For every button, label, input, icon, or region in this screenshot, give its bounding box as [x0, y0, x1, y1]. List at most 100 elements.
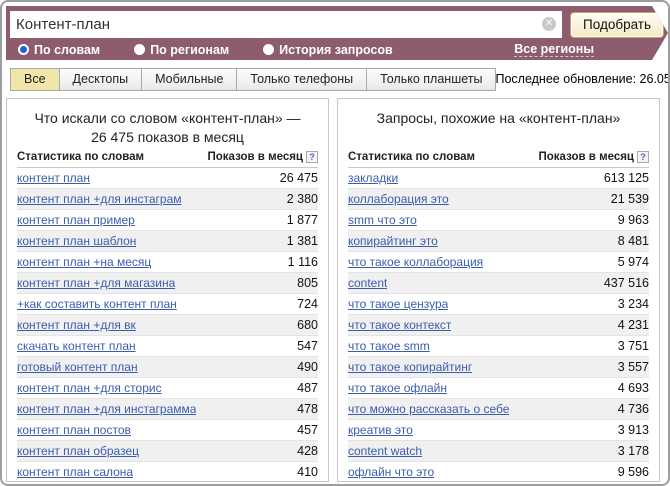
- query-link[interactable]: контент план +для магазина: [17, 276, 175, 290]
- table-row: контент план 26 475: [17, 168, 318, 189]
- app-window: ✕ Подобрать По словам По регионам История …: [0, 0, 670, 486]
- table-row: контент план пример 1 877: [17, 210, 318, 231]
- query-link[interactable]: что такое коллаборация: [348, 255, 483, 269]
- shows-value: 3 913: [610, 423, 649, 437]
- all-regions-link[interactable]: Все регионы: [514, 42, 594, 57]
- table-row: контент план +для сторис 487: [17, 378, 318, 399]
- shows-value: 724: [289, 297, 318, 311]
- shows-value: 487: [289, 381, 318, 395]
- tab-device[interactable]: Только телефоны: [236, 68, 367, 91]
- shows-value: 4 693: [610, 381, 649, 395]
- query-link[interactable]: контент план шаблон: [17, 234, 136, 248]
- radio-option[interactable]: По регионам: [134, 43, 229, 57]
- table-row: контент план постов 457: [17, 420, 318, 441]
- shows-value: 9 963: [610, 213, 649, 227]
- table-row: content watch 3 178: [348, 441, 649, 462]
- shows-value: 3 751: [610, 339, 649, 353]
- query-link[interactable]: что можно рассказать о себе: [348, 402, 509, 416]
- shows-value: 8 481: [610, 234, 649, 248]
- query-link[interactable]: контент план постов: [17, 423, 131, 437]
- table-row: контент план +для вк 680: [17, 315, 318, 336]
- query-link[interactable]: что такое smm: [348, 339, 430, 353]
- shows-value: 3 178: [610, 444, 649, 458]
- table-row: контент план шаблон1 381: [17, 231, 318, 252]
- tab-active[interactable]: Все: [10, 68, 60, 91]
- query-link[interactable]: креатив это: [348, 423, 413, 437]
- table-row: коллаборация это 21 539: [348, 189, 649, 210]
- query-link[interactable]: что такое контекст: [348, 318, 451, 332]
- shows-value: 4 231: [610, 318, 649, 332]
- search-box: ✕: [10, 11, 562, 38]
- query-link[interactable]: офлайн что это: [348, 465, 434, 479]
- query-link[interactable]: контент план +для сторис: [17, 381, 162, 395]
- radio-icon[interactable]: [134, 44, 145, 55]
- shows-value: 680: [289, 318, 318, 332]
- left-results-panel: Что искали со словом «контент-план» — 26…: [6, 98, 329, 482]
- tab-device[interactable]: Только планшеты: [366, 68, 496, 91]
- shows-value: 26 475: [272, 171, 318, 185]
- query-link[interactable]: content watch: [348, 444, 422, 458]
- search-banner: ✕ Подобрать По словам По регионам История …: [6, 6, 668, 60]
- query-link[interactable]: контент план: [17, 171, 90, 185]
- query-link[interactable]: контент план салона: [17, 465, 133, 479]
- shows-value: 3 557: [610, 360, 649, 374]
- table-row: готовый контент план490: [17, 357, 318, 378]
- shows-value: 457: [289, 423, 318, 437]
- clear-icon[interactable]: ✕: [542, 17, 556, 31]
- submit-button[interactable]: Подобрать: [570, 12, 664, 38]
- radio-icon[interactable]: [18, 44, 29, 55]
- table-row: что такое копирайтинг 3 557: [348, 357, 649, 378]
- radio-selected[interactable]: По словам: [18, 43, 100, 57]
- table-row: что можно рассказать о себе4 736: [348, 399, 649, 420]
- radio-label: История запросов: [279, 43, 393, 57]
- query-link[interactable]: контент план пример: [17, 213, 135, 227]
- query-link[interactable]: что такое копирайтинг: [348, 360, 472, 374]
- query-link[interactable]: +как составить контент план: [17, 297, 177, 311]
- search-row: ✕ Подобрать: [10, 10, 664, 39]
- table-row: smm что это 9 963: [348, 210, 649, 231]
- query-link[interactable]: контент план +на месяц: [17, 255, 151, 269]
- result-panels: Что искали со словом «контент-план» — 26…: [6, 98, 664, 482]
- shows-value: 1 877: [279, 213, 318, 227]
- tab-device[interactable]: Мобильные: [141, 68, 237, 91]
- table-row: контент план салона 410: [17, 462, 318, 482]
- tab-device[interactable]: Десктопы: [59, 68, 143, 91]
- right-panel-title: Запросы, похожие на «контент-план»: [348, 107, 649, 147]
- shows-value: 410: [289, 465, 318, 479]
- query-link[interactable]: контент план +для инстаграмма: [17, 402, 196, 416]
- table-row: креатив это 3 913: [348, 420, 649, 441]
- shows-value: 437 516: [596, 276, 649, 290]
- table-row: что такое smm 3 751: [348, 336, 649, 357]
- query-link[interactable]: готовый контент план: [17, 360, 138, 374]
- table-row: контент план +для инстаграмма478: [17, 399, 318, 420]
- query-link[interactable]: копирайтинг это: [348, 234, 438, 248]
- radio-option[interactable]: История запросов: [263, 43, 393, 57]
- table-row: content 437 516: [348, 273, 649, 294]
- query-link[interactable]: скачать контент план: [17, 339, 136, 353]
- shows-value: 1 116: [280, 255, 318, 269]
- table-row: что такое контекст 4 231: [348, 315, 649, 336]
- radio-label: По словам: [34, 43, 100, 57]
- help-icon[interactable]: ?: [306, 151, 318, 163]
- table-row: что такое офлайн 4 693: [348, 378, 649, 399]
- right-results-panel: Запросы, похожие на «контент-план» Стати…: [337, 98, 660, 482]
- table-row: контент план +на месяц 1 116: [17, 252, 318, 273]
- shows-value: 613 125: [596, 171, 649, 185]
- query-link[interactable]: коллаборация это: [348, 192, 449, 206]
- device-tabs-row: ВсеДесктопыМобильныеТолько телефоныТольк…: [10, 67, 664, 91]
- query-link[interactable]: что такое цензура: [348, 297, 448, 311]
- search-input[interactable]: [10, 11, 562, 38]
- query-link[interactable]: контент план +для инстаграм: [17, 192, 182, 206]
- query-link[interactable]: smm что это: [348, 213, 417, 227]
- radio-icon[interactable]: [263, 44, 274, 55]
- query-link[interactable]: что такое офлайн: [348, 381, 447, 395]
- table-row: что такое цензура3 234: [348, 294, 649, 315]
- query-link[interactable]: контент план +для вк: [17, 318, 136, 332]
- query-link[interactable]: content: [348, 276, 387, 290]
- help-icon[interactable]: ?: [637, 151, 649, 163]
- shows-value: 21 539: [603, 192, 649, 206]
- query-link[interactable]: закладки: [348, 171, 398, 185]
- table-row: контент план +для инстаграм2 380: [17, 189, 318, 210]
- query-link[interactable]: контент план образец: [17, 444, 139, 458]
- radio-label: По регионам: [150, 43, 229, 57]
